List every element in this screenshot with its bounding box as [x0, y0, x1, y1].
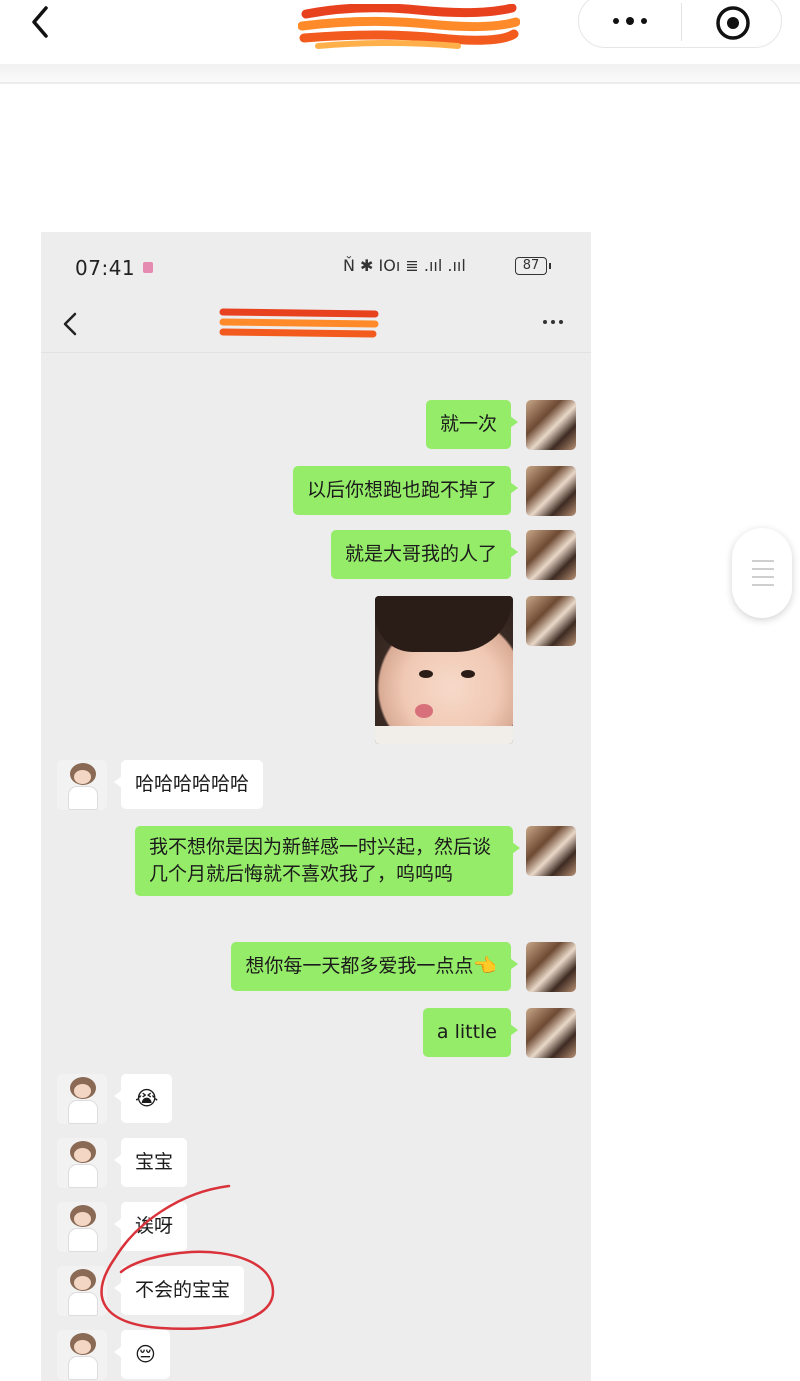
chat-screenshot: 07:41 Ň ✱ ΙΟı ≣ .ııl .ııl 87 就一次 以后你想跑也跑…: [41, 232, 591, 1381]
floating-side-handle[interactable]: [732, 528, 792, 618]
chat-header-divider: [41, 352, 591, 353]
contact-avatar[interactable]: [57, 1330, 107, 1380]
message-bubble-sent[interactable]: 我不想你是因为新鲜感一时兴起，然后谈几个月就后悔就不喜欢我了，呜呜呜: [135, 826, 520, 896]
my-avatar[interactable]: [526, 530, 576, 580]
mini-program-topbar: [0, 0, 800, 64]
my-avatar[interactable]: [526, 596, 576, 646]
my-avatar[interactable]: [526, 942, 576, 992]
status-notification-icon: [143, 262, 153, 273]
chat-back-icon[interactable]: [59, 310, 81, 338]
back-chevron-icon[interactable]: [22, 2, 62, 42]
contact-avatar[interactable]: [57, 1266, 107, 1316]
topbar-divider: [0, 82, 800, 84]
capsule-divider: [681, 3, 682, 41]
my-avatar[interactable]: [526, 826, 576, 876]
message-bubble-received[interactable]: 哈哈哈哈哈哈: [113, 760, 264, 809]
message-bubble-received[interactable]: 诶呀: [113, 1202, 188, 1251]
message-bubble-received[interactable]: 😭: [113, 1074, 173, 1123]
my-avatar[interactable]: [526, 1008, 576, 1058]
contact-avatar[interactable]: [57, 1074, 107, 1124]
my-avatar[interactable]: [526, 400, 576, 450]
chat-more-icon[interactable]: [543, 314, 569, 330]
message-bubble-sent[interactable]: a little: [422, 1008, 519, 1057]
message-bubble-received[interactable]: 不会的宝宝: [113, 1266, 245, 1315]
more-dots-icon[interactable]: [601, 1, 659, 41]
message-bubble-sent[interactable]: 就是大哥我的人了: [330, 530, 519, 579]
contact-avatar[interactable]: [57, 1138, 107, 1188]
sent-photo-child[interactable]: [375, 596, 513, 744]
contact-avatar[interactable]: [57, 1202, 107, 1252]
status-icons: Ň ✱ ΙΟı ≣ .ııl .ııl: [343, 256, 466, 275]
redacted-title-scribble: [298, 4, 520, 49]
close-target-icon[interactable]: [713, 3, 753, 43]
capsule-menu: [578, 0, 782, 48]
battery-indicator: 87: [515, 257, 551, 275]
message-bubble-received[interactable]: 宝宝: [113, 1138, 188, 1187]
status-time: 07:41: [75, 256, 136, 280]
redacted-contact-scribble: [219, 308, 379, 338]
message-bubble-received[interactable]: 😔: [114, 1330, 170, 1379]
my-avatar[interactable]: [526, 466, 576, 516]
message-bubble-sent[interactable]: 就一次: [425, 400, 519, 449]
topbar-shadow: [0, 64, 800, 82]
message-bubble-sent[interactable]: 以后你想跑也跑不掉了: [292, 466, 519, 515]
contact-avatar[interactable]: [57, 760, 107, 810]
message-bubble-sent[interactable]: 想你每一天都多爱我一点点👈: [231, 942, 518, 991]
